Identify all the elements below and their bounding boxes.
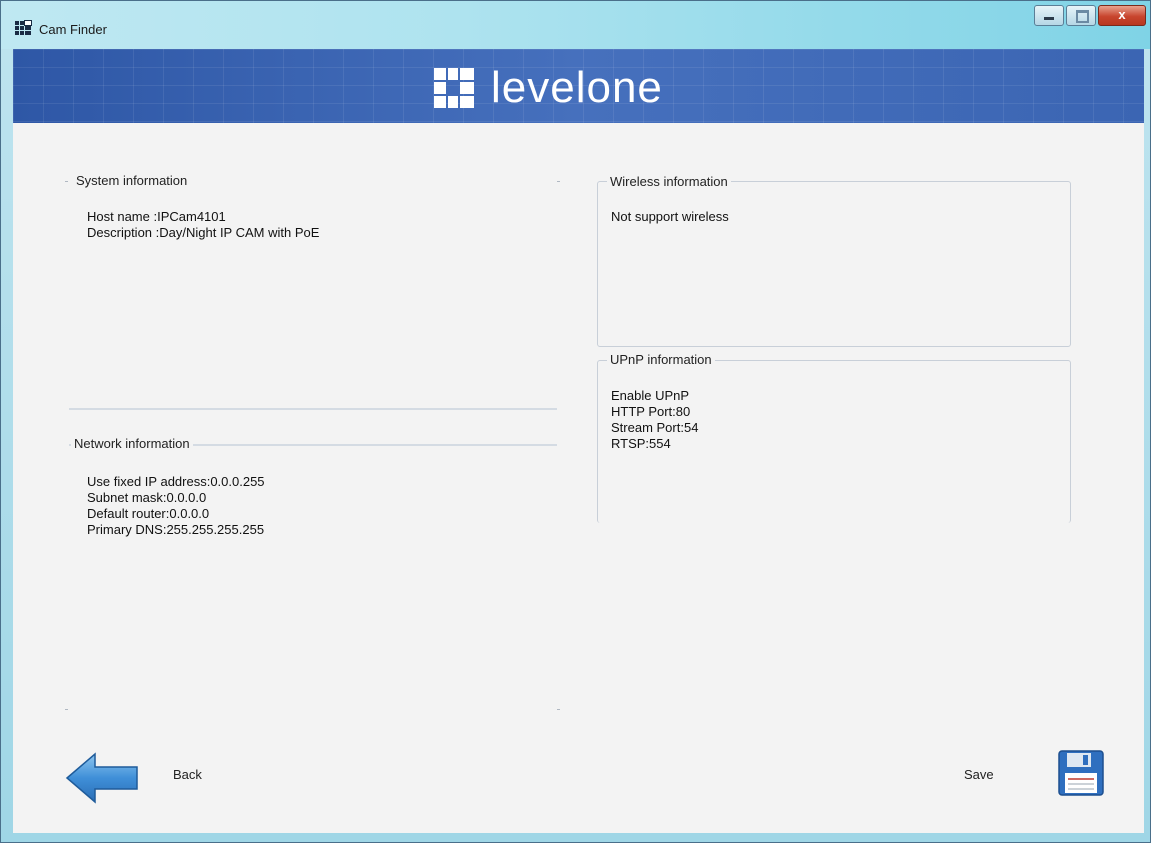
brand-banner: levelone: [13, 49, 1144, 123]
app-icon: [15, 20, 33, 38]
cam-finder-window: Cam Finder x levelone System information…: [0, 0, 1151, 843]
upnp-info-legend: UPnP information: [607, 352, 715, 367]
description-text: Description :Day/Night IP CAM with PoE: [87, 225, 320, 240]
minimize-button[interactable]: [1034, 5, 1064, 26]
floppy-disk-save-icon[interactable]: [1057, 749, 1105, 797]
system-info-legend: System information: [73, 173, 191, 188]
host-name-text: Host name :IPCam4101: [87, 209, 226, 224]
group-corner-mark: [557, 181, 560, 182]
title-bar[interactable]: Cam Finder x: [1, 1, 1150, 49]
window-controls: x: [1032, 5, 1146, 26]
content-panel: System information Host name :IPCam4101 …: [13, 123, 1144, 833]
levelone-logo-icon: [434, 68, 482, 108]
back-button[interactable]: Back: [173, 767, 202, 782]
wireless-info-group: [597, 181, 1071, 347]
brand-logo-text: levelone: [491, 63, 663, 112]
wireless-status-text: Not support wireless: [611, 209, 729, 224]
group-corner-mark: [557, 709, 560, 710]
default-router-text: Default router:0.0.0.0: [87, 506, 210, 521]
rtsp-port-text: RTSP:554: [611, 436, 671, 451]
enable-upnp-text: Enable UPnP: [611, 388, 690, 403]
group-corner-mark: [65, 709, 68, 710]
wireless-info-legend: Wireless information: [607, 174, 731, 189]
back-arrow-icon[interactable]: [65, 751, 139, 805]
subnet-mask-text: Subnet mask:0.0.0.0: [87, 490, 207, 505]
section-divider: [69, 408, 557, 410]
http-port-text: HTTP Port:80: [611, 404, 691, 419]
fixed-ip-text: Use fixed IP address:0.0.0.255: [87, 474, 265, 489]
stream-port-text: Stream Port:54: [611, 420, 699, 435]
primary-dns-text: Primary DNS:255.255.255.255: [87, 522, 265, 537]
save-button[interactable]: Save: [964, 767, 994, 782]
group-corner-mark: [65, 181, 68, 182]
close-button[interactable]: x: [1098, 5, 1146, 26]
network-info-legend: Network information: [71, 436, 193, 451]
window-title: Cam Finder: [39, 22, 107, 37]
maximize-button[interactable]: [1066, 5, 1096, 26]
